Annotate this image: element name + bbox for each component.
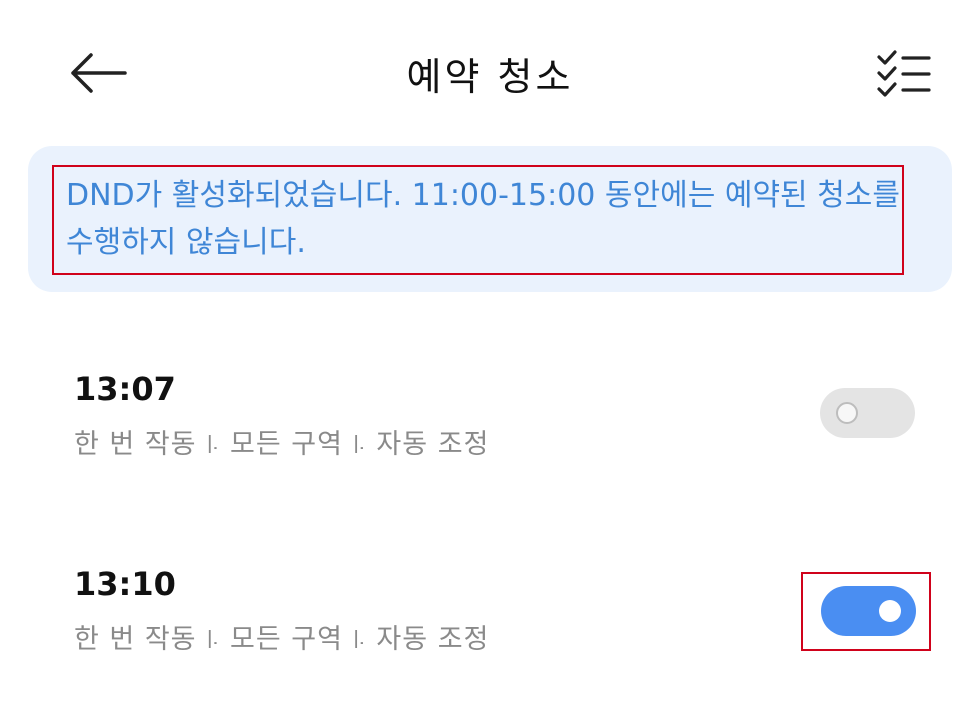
page-title: 예약 청소 — [406, 55, 574, 99]
schedule-description: 한 번 작동 ꜐ 모든 구역 ꜐ 자동 조정 — [74, 429, 490, 460]
select-items-button[interactable] — [872, 42, 936, 104]
toggle-knob — [836, 402, 858, 424]
checklist-icon — [877, 50, 931, 97]
header: 예약 청소 — [0, 0, 980, 140]
schedule-time: 13:10 — [74, 565, 176, 603]
schedule-item[interactable]: 13:07 한 번 작동 ꜐ 모든 구역 ꜐ 자동 조정 — [0, 360, 980, 480]
scheduled-cleaning-screen: 예약 청소 DND가 활성화되었습니다. 11:00-15:00 동안에는 예약… — [0, 0, 980, 714]
schedule-description: 한 번 작동 ꜐ 모든 구역 ꜐ 자동 조정 — [74, 624, 490, 655]
toggle-highlight-box — [801, 572, 931, 651]
schedule-toggle-off[interactable] — [820, 388, 915, 438]
banner-highlight-box — [52, 165, 904, 275]
schedule-time: 13:07 — [74, 370, 176, 408]
